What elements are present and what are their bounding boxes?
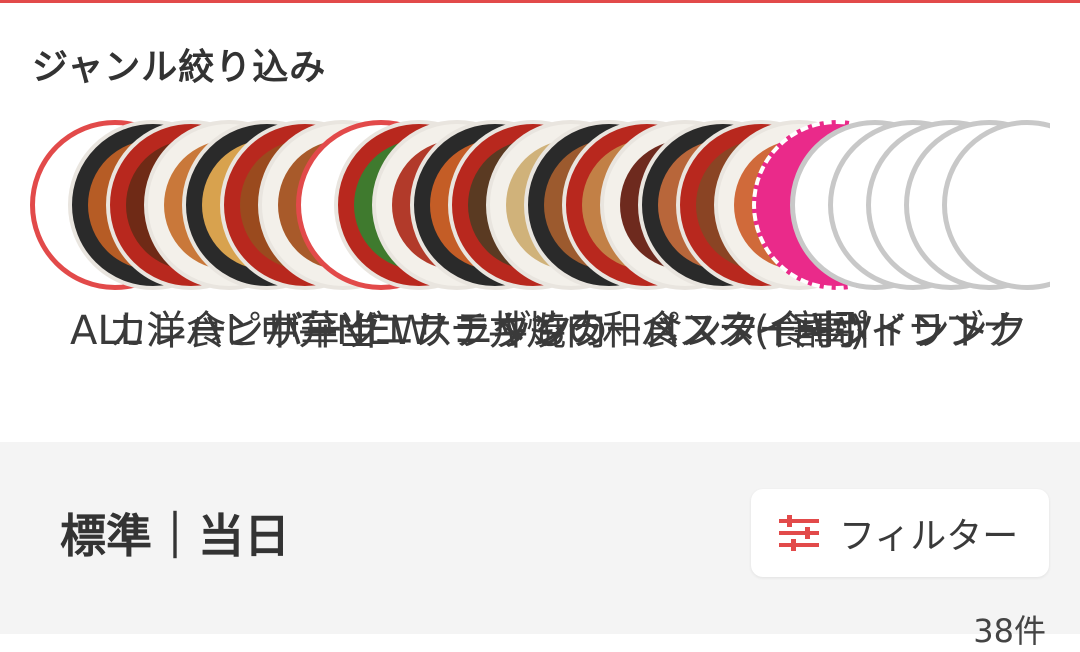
sort-title[interactable]: 標準｜当日	[60, 500, 290, 566]
filter-sliders-icon	[779, 515, 819, 551]
top-divider	[0, 0, 1080, 3]
genre-item-25[interactable]: ナ	[942, 110, 1050, 410]
filter-button[interactable]: フィルター	[751, 489, 1049, 577]
filter-label: フィルター	[839, 516, 1019, 557]
grey-item-icon	[942, 120, 1050, 290]
genre-label: ナ	[982, 308, 1022, 354]
result-count: 38件	[973, 612, 1046, 650]
genre-filter-title: ジャンル絞り込み	[32, 47, 327, 88]
genre-carousel[interactable]: ALL カレー 洋食 ハンバーグ ピザ 中華 弁当 NEW エスニック サラダ チキン 丼もの 焼肉 ラー…	[0, 110, 1050, 430]
